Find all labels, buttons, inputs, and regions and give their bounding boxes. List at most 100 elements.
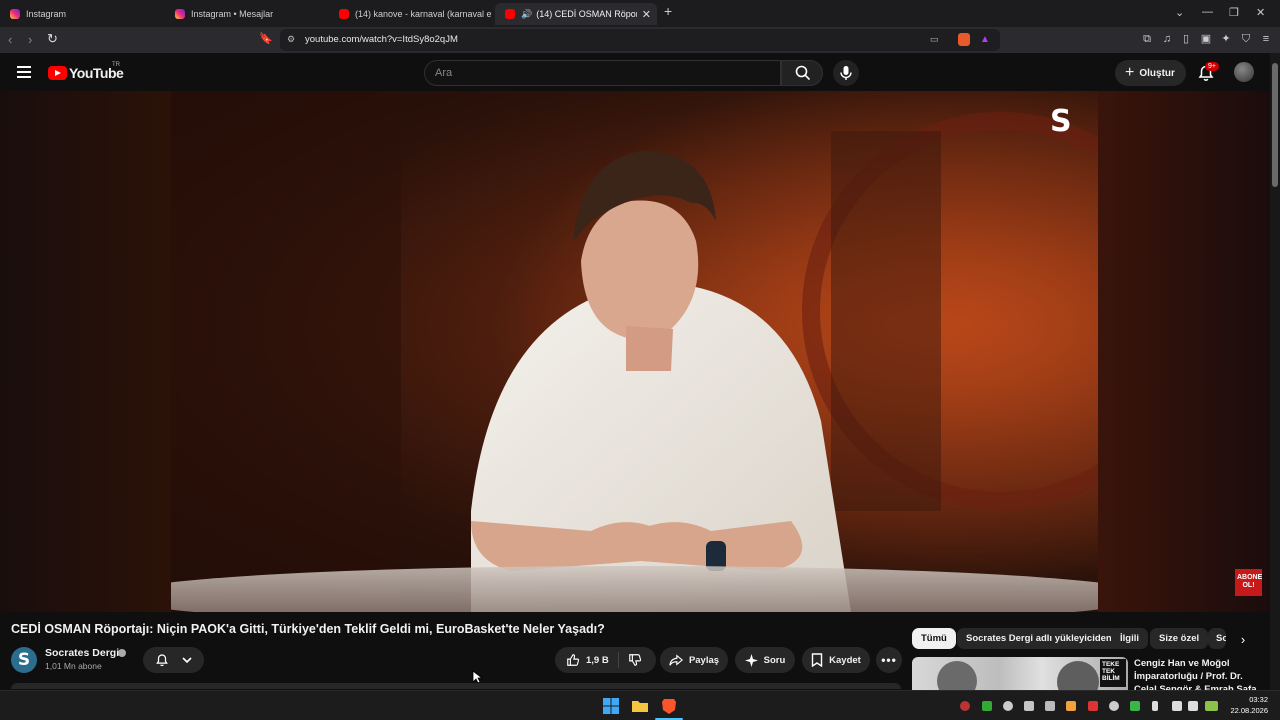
video-frame[interactable]: S — [171, 91, 1098, 612]
tab-instagram-messages[interactable]: Instagram • Mesajlar — [165, 3, 328, 25]
chip-from-uploader[interactable]: Socrates Dergi adlı yükleyiciden — [957, 628, 1121, 649]
volume-icon[interactable] — [1188, 701, 1198, 711]
tab-instagram[interactable]: Instagram — [0, 3, 166, 25]
bell-icon — [155, 654, 168, 667]
country-code: TR — [112, 62, 120, 68]
scrollbar-thumb[interactable] — [1272, 63, 1278, 187]
microphone-tray-icon[interactable] — [1152, 701, 1158, 711]
sparkle-icon — [744, 653, 758, 667]
close-tab-icon[interactable]: ✕ — [642, 8, 651, 21]
tray-app-icon[interactable] — [1066, 701, 1076, 711]
browser-tab-strip: Instagram Instagram • Mesajlar (14) kano… — [0, 0, 1280, 27]
save-button[interactable]: Kaydet — [802, 647, 870, 673]
chevron-right-icon[interactable]: › — [1233, 630, 1253, 650]
forward-icon[interactable]: › — [28, 32, 32, 47]
tray-app-icon[interactable] — [1109, 701, 1119, 711]
back-icon[interactable]: ‹ — [8, 32, 12, 47]
tab-label: Instagram — [26, 9, 67, 19]
clock-time: 03:32 — [1249, 695, 1268, 704]
dislike-button[interactable] — [628, 653, 642, 670]
sidebar-icon[interactable]: ▯ — [1180, 33, 1192, 45]
wallet-icon[interactable]: ▣ — [1200, 33, 1212, 45]
tab-kanove[interactable]: (14) kanove - karnaval (karnaval ep) — [329, 3, 492, 25]
vpn-icon[interactable]: ⛉ — [1240, 33, 1252, 45]
instagram-icon — [175, 9, 185, 19]
voice-search-button[interactable] — [833, 60, 859, 86]
youtube-logo[interactable]: YouTube TR — [48, 62, 124, 81]
address-bar-row: ‹ › ↻ 🔖 ⚙ youtube.com/watch?v=ItdSy8o2qJ… — [0, 27, 1280, 53]
thumbs-down-icon — [629, 654, 642, 666]
extensions-icon[interactable]: ⧉ — [1141, 33, 1153, 45]
brave-rewards-icon[interactable]: ▲ — [980, 34, 990, 45]
tray-app-icon[interactable] — [1088, 701, 1098, 711]
chip-related[interactable]: İlgili — [1111, 628, 1148, 649]
speaker-icon: 🔊 — [521, 8, 533, 19]
ask-button[interactable]: Soru — [735, 647, 795, 673]
share-icon — [669, 654, 683, 666]
tray-app-icon[interactable] — [960, 701, 970, 711]
instagram-icon — [10, 9, 20, 19]
file-explorer-icon[interactable] — [632, 698, 648, 714]
like-button[interactable]: 1,9 B — [566, 653, 609, 667]
bookmark-icon[interactable]: 🔖 — [259, 32, 273, 45]
subscription-notifications-button[interactable] — [143, 647, 204, 673]
notification-count-badge: 9+ — [1205, 62, 1219, 71]
discord-icon[interactable] — [1024, 701, 1034, 711]
chip-for-you[interactable]: Size özel — [1150, 628, 1209, 649]
tray-app-icon[interactable] — [1003, 701, 1013, 711]
reload-icon[interactable]: ↻ — [47, 31, 58, 47]
more-actions-button[interactable]: ••• — [876, 647, 902, 673]
hamburger-menu-icon[interactable] — [17, 66, 31, 78]
like-divider — [618, 652, 619, 668]
cast-icon[interactable]: ▭ — [930, 34, 939, 45]
windows-start-icon[interactable] — [603, 698, 619, 714]
channel-avatar[interactable]: S — [11, 647, 37, 673]
close-window-button[interactable]: ✕ — [1256, 6, 1265, 19]
related-video-thumbnail[interactable]: TEKE TEK BİLİM — [912, 657, 1128, 690]
battery-icon[interactable] — [1205, 701, 1218, 711]
subscribe-badge[interactable]: ABONE OL! — [1235, 569, 1262, 596]
nvidia-icon[interactable] — [982, 701, 992, 711]
chip-all[interactable]: Tümü — [912, 628, 956, 649]
channel-name[interactable]: Socrates Dergi — [45, 647, 119, 659]
account-avatar[interactable] — [1234, 62, 1254, 82]
leo-ai-icon[interactable]: ✦ — [1220, 33, 1232, 45]
plus-icon: + — [1125, 64, 1135, 81]
share-label: Paylaş — [688, 654, 720, 666]
new-tab-button[interactable]: + — [664, 3, 672, 19]
microphone-icon — [840, 66, 852, 80]
menu-icon[interactable]: ≡ — [1260, 33, 1272, 45]
search-button[interactable] — [781, 60, 823, 86]
youtube-icon — [505, 9, 515, 19]
tab-label: (14) CEDİ OSMAN Röportajı: Niçin PAOK'a — [536, 9, 637, 19]
description-box[interactable] — [11, 683, 901, 689]
search-input[interactable] — [435, 67, 755, 79]
video-scene — [171, 91, 1098, 612]
search-icon — [795, 65, 811, 81]
site-info-icon[interactable]: ⚙ — [287, 34, 295, 45]
share-button[interactable]: Paylaş — [660, 647, 728, 673]
address-bar[interactable]: ⚙ youtube.com/watch?v=ItdSy8o2qJM ▭ ▲ — [280, 29, 1000, 51]
chip-partial[interactable]: So — [1208, 628, 1226, 649]
youtube-header: YouTube TR + Oluştur 9+ — [0, 53, 1280, 91]
tab-list-icon[interactable]: ⌄ — [1175, 6, 1184, 19]
player-ambient-right — [1098, 91, 1270, 612]
brave-shields-icon[interactable] — [958, 33, 970, 46]
system-clock[interactable]: 03:32 22.08.2026 — [1228, 694, 1268, 716]
related-video-title[interactable]: Cengiz Han ve Moğol İmparatorluğu / Prof… — [1134, 657, 1264, 690]
page-scrollbar[interactable] — [1270, 53, 1280, 690]
network-icon[interactable] — [1172, 701, 1182, 711]
brave-browser-icon[interactable] — [661, 698, 677, 714]
tab-cedi-osman[interactable]: 🔊 (14) CEDİ OSMAN Röportajı: Niçin PAOK'… — [495, 3, 657, 25]
subscriber-count: 1,01 Mn abone — [45, 661, 102, 671]
youtube-play-icon — [48, 66, 67, 80]
create-button[interactable]: + Oluştur — [1115, 60, 1186, 86]
maximize-button[interactable]: ❐ — [1229, 6, 1239, 19]
minimize-button[interactable]: — — [1202, 6, 1213, 18]
video-player[interactable]: S ABONE OL! — [0, 91, 1270, 612]
music-icon[interactable]: ♫ — [1161, 33, 1173, 45]
tray-app-icon[interactable] — [1130, 701, 1140, 711]
tray-app-icon[interactable] — [1045, 701, 1055, 711]
search-box — [424, 60, 781, 86]
clock-date: 22.08.2026 — [1230, 706, 1268, 715]
